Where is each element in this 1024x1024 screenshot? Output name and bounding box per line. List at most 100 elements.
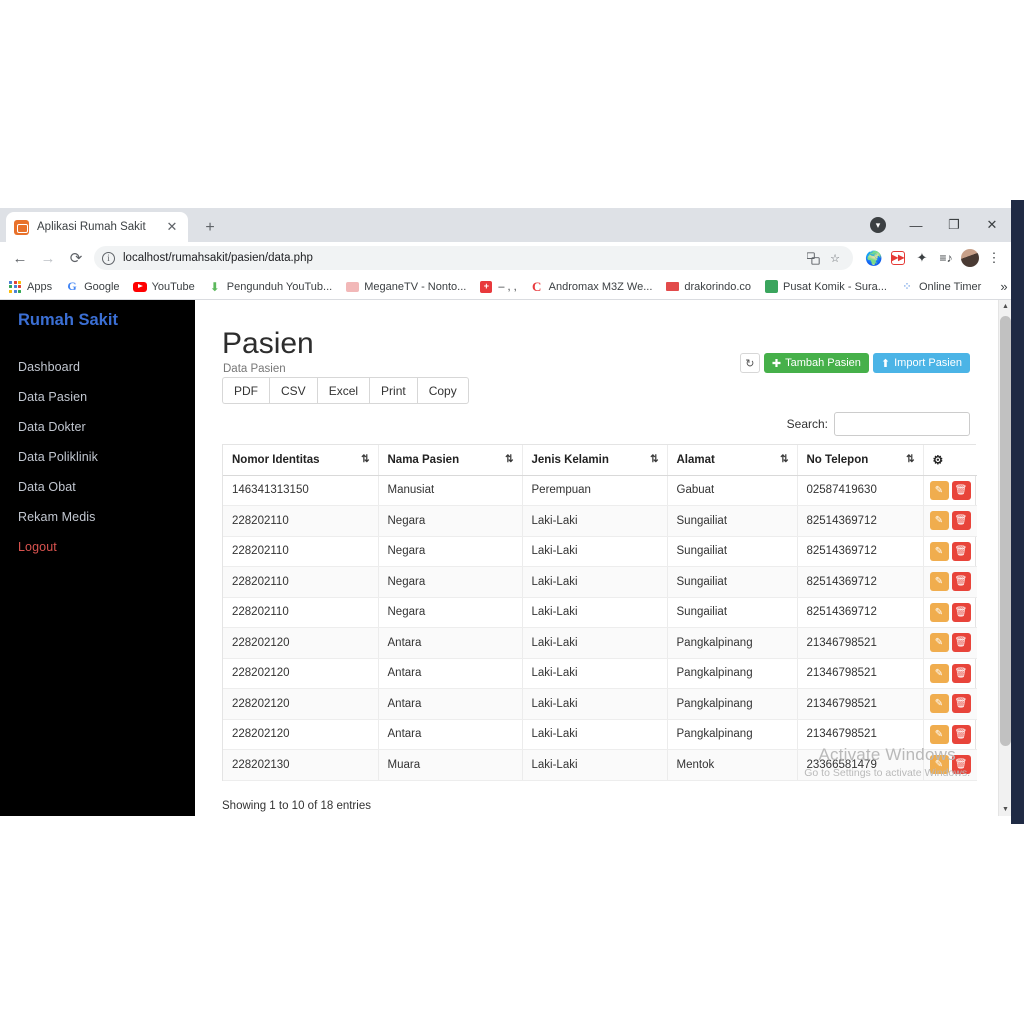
add-pasien-button[interactable]: ✚ Tambah Pasien	[763, 353, 869, 373]
cell-actions: ✎ 🗑	[923, 627, 977, 659]
drakorindo-icon	[665, 280, 679, 294]
sidebar-item-dashboard[interactable]: Dashboard	[0, 352, 195, 382]
export-csv-button[interactable]: CSV	[269, 377, 317, 404]
bookmark-meganetv[interactable]: MeganeTV - Nonto...	[345, 280, 466, 294]
site-info-icon[interactable]: i	[102, 251, 115, 265]
column-header-nomor-identitas[interactable]: Nomor Identitas ⇅	[223, 445, 379, 476]
scroll-down-icon[interactable]: ▼	[999, 803, 1011, 816]
bookmark-label: drakorindo.co	[684, 280, 752, 293]
edit-row-icon[interactable]: ✎	[929, 694, 949, 714]
puzzle-extensions-icon[interactable]: ✦	[911, 247, 933, 269]
search-input[interactable]	[834, 412, 970, 436]
sidebar-item-data-dokter[interactable]: Data Dokter	[0, 412, 195, 442]
bookmark-andromax[interactable]: C Andromax M3Z We...	[530, 279, 652, 294]
gear-icon[interactable]: ⚙	[933, 453, 944, 467]
edit-row-icon[interactable]: ✎	[929, 511, 949, 531]
edit-row-icon[interactable]: ✎	[929, 663, 949, 683]
bookmark-pusat-komik[interactable]: Pusat Komik - Sura...	[764, 280, 887, 294]
bookmark-youtube[interactable]: YouTube	[132, 280, 195, 294]
edit-row-icon[interactable]: ✎	[929, 633, 949, 653]
translate-icon[interactable]	[803, 248, 823, 268]
apps-grid-icon	[8, 280, 22, 294]
cell-nomor-identitas: 228202120	[223, 627, 379, 659]
bookmark-red-square[interactable]: + – , ,	[479, 280, 517, 294]
cell-actions: ✎ 🗑	[923, 597, 977, 628]
delete-row-icon[interactable]: 🗑	[951, 511, 971, 531]
cell-no-telepon: 21346798521	[797, 719, 924, 750]
browser-menu-icon[interactable]: ⋮	[983, 247, 1005, 269]
export-pdf-button[interactable]: PDF	[222, 377, 269, 404]
copy-button[interactable]: Copy	[416, 377, 469, 404]
sort-desc-icon: ⇅	[361, 453, 370, 465]
bookmark-pengunduh-youtube[interactable]: ⬇ Pengunduh YouTub...	[208, 280, 332, 294]
delete-row-icon[interactable]: 🗑	[951, 724, 971, 744]
cell-alamat: Pangkalpinang	[667, 688, 798, 720]
print-button[interactable]: Print	[369, 377, 417, 404]
delete-row-icon[interactable]: 🗑	[951, 572, 971, 592]
media-list-icon[interactable]: ≡♪	[935, 247, 957, 269]
red-square-icon: +	[479, 280, 493, 294]
browser-tab-aplikasi-rumah-sakit[interactable]: Aplikasi Rumah Sakit ✕	[6, 212, 188, 242]
sidebar-item-logout[interactable]: Logout	[0, 532, 195, 562]
sort-none-icon: ⇅	[906, 453, 915, 465]
sidebar-item-data-poliklinik[interactable]: Data Poliklinik	[0, 442, 195, 472]
cell-no-telepon: 02587419630	[797, 475, 924, 506]
edit-row-icon[interactable]: ✎	[929, 755, 949, 775]
reload-icon[interactable]: ⟳	[62, 244, 90, 272]
bookmark-drakorindo[interactable]: drakorindo.co	[665, 280, 751, 294]
close-tab-icon[interactable]: ✕	[164, 219, 180, 235]
column-header-actions: ⚙	[923, 445, 977, 476]
hd-extension-icon[interactable]: ▶▶	[887, 247, 909, 269]
cell-nomor-identitas: 228202110	[223, 566, 379, 598]
cell-nama-pasien: Negara	[378, 566, 523, 598]
scrollbar-thumb[interactable]	[1000, 316, 1011, 746]
address-bar[interactable]: i localhost/rumahsakit/pasien/data.php ☆	[94, 246, 853, 270]
bookmark-apps[interactable]: Apps	[8, 280, 52, 294]
edit-row-icon[interactable]: ✎	[929, 480, 949, 500]
column-header-no-telepon[interactable]: No Telepon ⇅	[797, 445, 924, 476]
close-window-button[interactable]: ✕	[973, 208, 1011, 242]
bookmark-online-timer[interactable]: ⁘ Online Timer	[900, 280, 981, 294]
column-header-nama-pasien[interactable]: Nama Pasien ⇅	[378, 445, 523, 476]
scroll-up-icon[interactable]: ▲	[999, 300, 1011, 313]
edit-row-icon[interactable]: ✎	[929, 724, 949, 744]
delete-row-icon[interactable]: 🗑	[951, 541, 971, 561]
minimize-button[interactable]: —	[897, 208, 935, 242]
app-favicon-icon	[14, 219, 29, 235]
table-header-row: Nomor Identitas ⇅ Nama Pasien ⇅ Jenis Ke…	[223, 445, 977, 476]
delete-row-icon[interactable]: 🗑	[951, 633, 971, 653]
refresh-icon[interactable]: ↻	[739, 353, 760, 373]
page-scrollbar[interactable]: ▲ ▼	[998, 300, 1011, 816]
download-indicator-button[interactable]: ▾	[859, 208, 897, 242]
export-excel-button[interactable]: Excel	[316, 377, 370, 404]
maximize-button[interactable]: ❐	[935, 208, 973, 242]
app-brand[interactable]: Rumah Sakit	[18, 311, 118, 330]
bookmark-google[interactable]: G Google	[65, 279, 119, 294]
cell-actions: ✎ 🗑	[923, 658, 977, 689]
globe-extension-icon[interactable]: 🌍	[863, 247, 885, 269]
edit-row-icon[interactable]: ✎	[929, 572, 949, 592]
sidebar-item-data-pasien[interactable]: Data Pasien	[0, 382, 195, 412]
column-header-alamat[interactable]: Alamat ⇅	[667, 445, 798, 476]
column-header-jenis-kelamin[interactable]: Jenis Kelamin ⇅	[522, 445, 668, 476]
import-pasien-button[interactable]: ⬆ Import Pasien	[872, 353, 970, 373]
delete-row-icon[interactable]: 🗑	[951, 694, 971, 714]
delete-row-icon[interactable]: 🗑	[951, 602, 971, 622]
sidebar-item-data-obat[interactable]: Data Obat	[0, 472, 195, 502]
delete-row-icon[interactable]: 🗑	[951, 755, 971, 775]
edit-row-icon[interactable]: ✎	[929, 541, 949, 561]
new-tab-button[interactable]: +	[198, 216, 222, 240]
bookmarks-overflow-icon[interactable]: »	[1000, 279, 1007, 294]
sort-none-icon: ⇅	[650, 453, 659, 465]
profile-avatar[interactable]	[959, 247, 981, 269]
bookmark-label: MeganeTV - Nonto...	[364, 280, 467, 293]
edit-row-icon[interactable]: ✎	[929, 602, 949, 622]
delete-row-icon[interactable]: 🗑	[951, 663, 971, 683]
delete-row-icon[interactable]: 🗑	[951, 480, 971, 500]
forward-icon[interactable]: →	[34, 244, 62, 272]
back-icon[interactable]: ←	[6, 244, 34, 272]
bookmark-star-icon[interactable]: ☆	[825, 248, 845, 268]
sidebar-item-rekam-medis[interactable]: Rekam Medis	[0, 502, 195, 532]
cell-no-telepon: 82514369712	[797, 597, 924, 628]
cell-no-telepon: 23366581479	[797, 749, 924, 781]
